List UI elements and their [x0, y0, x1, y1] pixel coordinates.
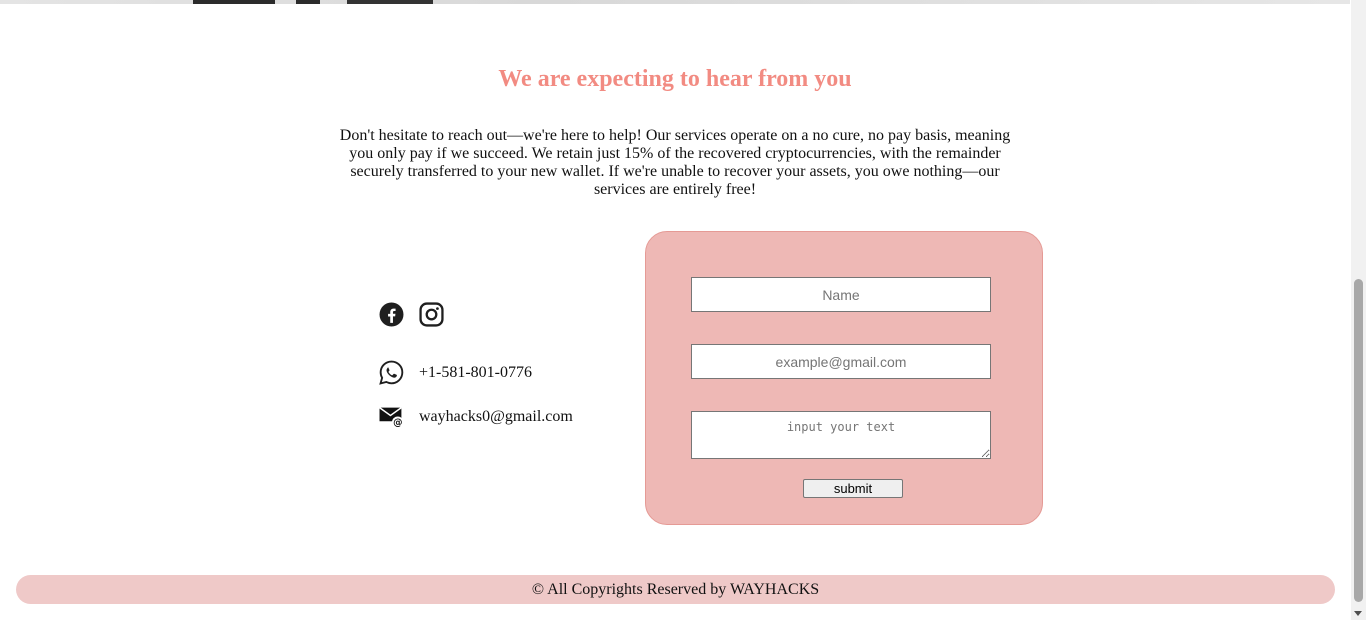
scroll-down-arrow-icon[interactable] — [1354, 611, 1362, 616]
instagram-icon[interactable] — [419, 302, 444, 327]
copyright-text: © All Copyrights Reserved by WAYHACKS — [531, 581, 820, 598]
mail-icon: @ — [379, 404, 404, 429]
facebook-icon[interactable] — [379, 302, 404, 327]
footer: © All Copyrights Reserved by WAYHACKS — [16, 575, 1335, 604]
social-links — [379, 302, 444, 327]
email-contact: @ wayhacks0@gmail.com — [379, 404, 573, 429]
contact-form: submit — [645, 231, 1043, 525]
scrollbar-thumb[interactable] — [1354, 279, 1363, 602]
email-address[interactable]: wayhacks0@gmail.com — [419, 408, 573, 426]
name-input[interactable] — [691, 277, 991, 312]
whatsapp-icon — [379, 360, 404, 385]
contact-heading: We are expecting to hear from you — [498, 66, 852, 92]
phone-contact: +1-581-801-0776 — [379, 360, 532, 385]
message-textarea[interactable] — [691, 411, 991, 459]
svg-text:@: @ — [393, 417, 402, 428]
phone-number[interactable]: +1-581-801-0776 — [419, 364, 532, 382]
hero-image-bottom-edge — [0, 0, 1350, 4]
contact-intro-text: Don't hesitate to reach out—we're here t… — [339, 127, 1011, 198]
email-input[interactable] — [691, 344, 991, 379]
vertical-scrollbar[interactable] — [1351, 0, 1366, 620]
page: We are expecting to hear from you Don't … — [0, 0, 1366, 620]
submit-button[interactable]: submit — [803, 479, 903, 498]
